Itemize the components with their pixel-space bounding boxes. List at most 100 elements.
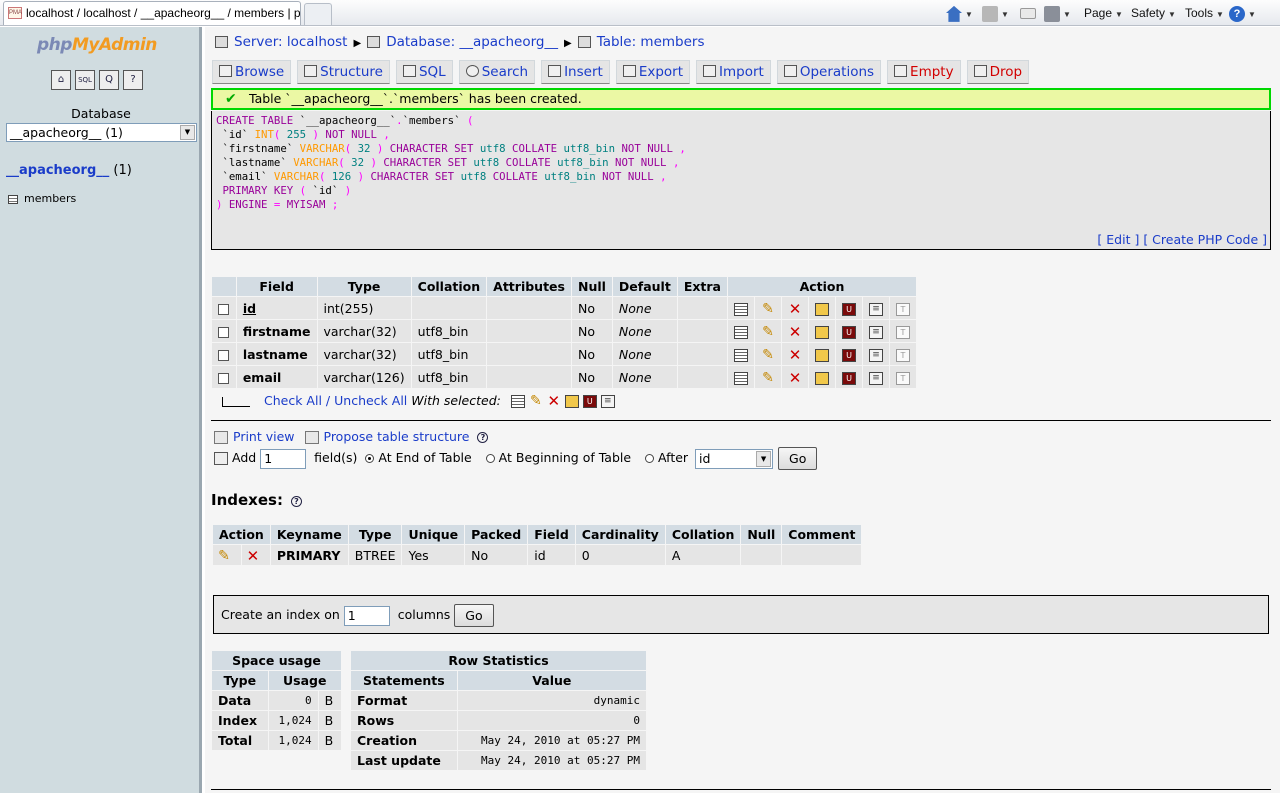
- database-icon: [367, 36, 381, 48]
- propose-structure-link[interactable]: Propose table structure: [324, 429, 470, 444]
- server-icon: [215, 36, 228, 48]
- check-all-link[interactable]: Check All: [264, 393, 322, 408]
- delete-icon[interactable]: ✕: [246, 548, 260, 563]
- query-icon[interactable]: Q: [99, 70, 119, 90]
- row-checkbox[interactable]: [218, 349, 230, 361]
- feeds-button[interactable]: ▼: [982, 3, 1009, 23]
- breadcrumb-database[interactable]: Database: __apacheorg__: [386, 34, 558, 50]
- column-header: Action: [728, 277, 916, 296]
- at-end-radio[interactable]: [365, 454, 375, 463]
- primary-key-icon[interactable]: [815, 348, 829, 362]
- row-checkbox[interactable]: [218, 303, 230, 315]
- help-button[interactable]: ? ▼: [1229, 3, 1256, 23]
- tab-search[interactable]: Search: [458, 60, 536, 84]
- delete-icon[interactable]: ✕: [788, 370, 802, 385]
- delete-icon[interactable]: ✕: [788, 324, 802, 339]
- row-checkbox[interactable]: [218, 372, 230, 384]
- home-icon[interactable]: ⌂: [51, 70, 71, 90]
- browser-tab[interactable]: PMA localhost / localhost / __apacheorg_…: [3, 1, 301, 25]
- primary-key-icon[interactable]: [815, 302, 829, 316]
- edit-icon[interactable]: ✎: [761, 302, 775, 316]
- add-field-count-input[interactable]: 1: [260, 448, 307, 469]
- at-beginning-radio[interactable]: [485, 454, 495, 463]
- browse-icon[interactable]: [734, 302, 748, 316]
- column-header: Value: [457, 671, 646, 690]
- tab-operations[interactable]: Operations: [776, 60, 882, 84]
- chevron-right-icon: ▶: [353, 38, 362, 49]
- column-header: Type: [317, 277, 411, 296]
- tab-browse[interactable]: Browse: [212, 60, 292, 84]
- print-button[interactable]: ▼: [1044, 3, 1071, 23]
- create-index-go-button[interactable]: Go: [454, 604, 494, 627]
- sql-icon[interactable]: SQL: [75, 70, 95, 90]
- index-icon[interactable]: ≡: [869, 348, 883, 362]
- safety-menu[interactable]: Safety ▼: [1131, 3, 1176, 23]
- help-icon[interactable]: ?: [477, 432, 489, 443]
- breadcrumb-table[interactable]: Table: members: [597, 34, 705, 50]
- after-radio[interactable]: [645, 454, 655, 463]
- index-icon[interactable]: ≡: [869, 302, 883, 316]
- mail-button[interactable]: [1020, 3, 1036, 23]
- after-field-select[interactable]: id ▼: [695, 448, 774, 469]
- uncheck-all-link[interactable]: Uncheck All: [334, 393, 407, 408]
- browse-icon[interactable]: [510, 395, 525, 408]
- page-menu[interactable]: Page ▼: [1084, 3, 1123, 23]
- tab-insert[interactable]: Insert: [541, 60, 610, 84]
- index-icon[interactable]: ≡: [869, 371, 883, 385]
- print-view-link[interactable]: Print view: [233, 429, 295, 444]
- tab-empty[interactable]: Empty: [887, 60, 961, 84]
- fulltext-icon[interactable]: T: [896, 348, 910, 362]
- unique-icon[interactable]: U: [582, 395, 597, 408]
- delete-icon[interactable]: ✕: [788, 347, 802, 362]
- delete-icon[interactable]: ✕: [788, 301, 802, 316]
- index-icon[interactable]: ≡: [869, 325, 883, 339]
- browse-icon[interactable]: [734, 348, 748, 362]
- docs-icon[interactable]: ?: [123, 70, 143, 90]
- sidebar-item-members[interactable]: members: [8, 192, 76, 205]
- tab-export[interactable]: Export: [615, 60, 691, 84]
- tools-menu[interactable]: Tools ▼: [1185, 3, 1224, 23]
- edit-icon[interactable]: ✎: [761, 325, 775, 339]
- browse-icon[interactable]: [734, 371, 748, 385]
- edit-query-link[interactable]: [ Edit ]: [1097, 232, 1139, 247]
- index-icon[interactable]: ≡: [600, 395, 615, 408]
- primary-key-icon[interactable]: [564, 395, 579, 408]
- delete-icon[interactable]: ✕: [547, 394, 561, 409]
- unique-icon[interactable]: U: [842, 325, 856, 339]
- new-tab-button[interactable]: [304, 3, 332, 25]
- check-all-row: Check All / Uncheck All With selected: ✎…: [222, 393, 615, 409]
- tab-structure[interactable]: Structure: [297, 60, 390, 84]
- unique-icon[interactable]: U: [842, 302, 856, 316]
- unique-icon[interactable]: U: [842, 348, 856, 362]
- rss-icon: [982, 5, 998, 22]
- edit-icon[interactable]: ✎: [217, 549, 231, 563]
- fulltext-icon[interactable]: T: [896, 325, 910, 339]
- home-button[interactable]: ▼: [946, 3, 973, 23]
- edit-icon[interactable]: ✎: [529, 394, 543, 408]
- field-name: lastname: [236, 343, 317, 365]
- database-select[interactable]: __apacheorg__ (1) ▼: [6, 123, 197, 142]
- edit-icon[interactable]: ✎: [761, 348, 775, 362]
- browse-icon[interactable]: [734, 325, 748, 339]
- add-field-go-button[interactable]: Go: [778, 447, 818, 470]
- tab-sql[interactable]: SQL: [395, 60, 453, 84]
- create-php-code-link[interactable]: [ Create PHP Code ]: [1143, 232, 1267, 247]
- phpmyadmin-logo[interactable]: phpMyAdmin: [37, 35, 157, 55]
- sidebar-database-link[interactable]: __apacheorg__ (1): [6, 163, 132, 178]
- fulltext-icon[interactable]: T: [896, 371, 910, 385]
- row-checkbox[interactable]: [218, 326, 230, 338]
- help-icon[interactable]: ?: [290, 496, 302, 507]
- edit-icon[interactable]: ✎: [761, 371, 775, 385]
- tab-drop[interactable]: Drop: [966, 60, 1030, 84]
- table-row: Index 1,024 B: [212, 711, 341, 730]
- index-columns-input[interactable]: 1: [343, 605, 390, 626]
- tab-import[interactable]: Import: [696, 60, 771, 84]
- table-row: id int(255) No None ✎ ✕ U ≡ T: [212, 297, 916, 319]
- primary-key-icon[interactable]: [815, 371, 829, 385]
- breadcrumb-server[interactable]: Server: localhost: [234, 34, 347, 50]
- table-header-row: Action Keyname Type Unique Packed Field …: [213, 525, 862, 544]
- fulltext-icon[interactable]: T: [896, 302, 910, 316]
- column-header: Cardinality: [575, 525, 665, 544]
- unique-icon[interactable]: U: [842, 371, 856, 385]
- primary-key-icon[interactable]: [815, 325, 829, 339]
